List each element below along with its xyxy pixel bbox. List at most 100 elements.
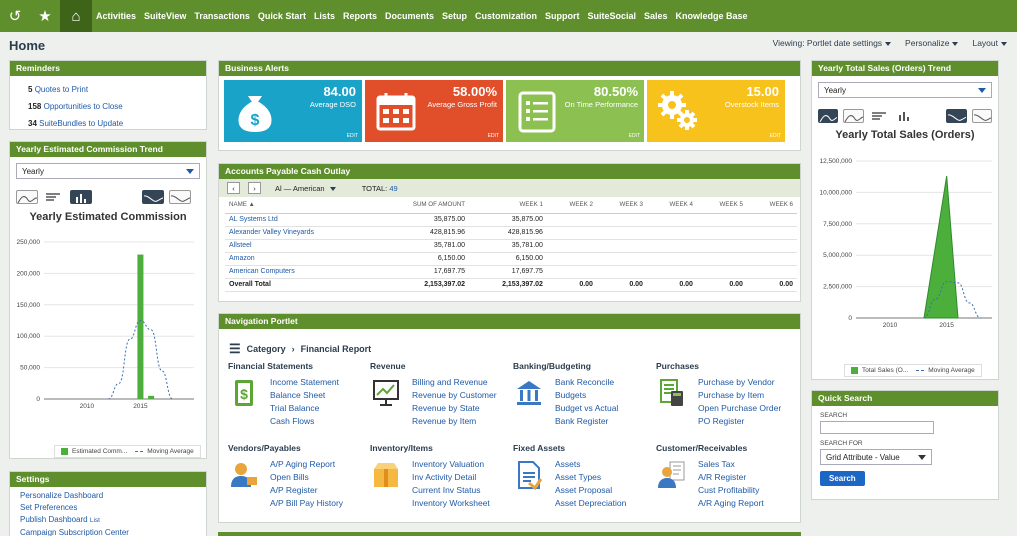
nav-link[interactable]: PO Register bbox=[698, 415, 798, 428]
commission-period-select[interactable]: Yearly bbox=[16, 163, 200, 179]
campaign-subscription-link[interactable]: Campaign Subscription Center bbox=[20, 527, 206, 536]
nav-link[interactable]: Asset Types bbox=[555, 471, 655, 484]
nav-link[interactable]: Revenue by Customer bbox=[412, 389, 512, 402]
col-week5[interactable]: WEEK 5 bbox=[696, 197, 747, 214]
nav-item-documents[interactable]: Documents bbox=[381, 0, 438, 32]
alert-on-time[interactable]: 80.50% On Time Performance EDIT bbox=[506, 80, 644, 142]
nav-link[interactable]: Asset Depreciation bbox=[555, 497, 655, 510]
vendor-name-cell[interactable]: Amazon bbox=[225, 252, 374, 266]
nav-item-suitesocial[interactable]: SuiteSocial bbox=[584, 0, 641, 32]
trend-chart-icon[interactable] bbox=[142, 190, 164, 204]
col-week2[interactable]: WEEK 2 bbox=[546, 197, 597, 214]
nav-link[interactable]: A/P Register bbox=[270, 484, 370, 497]
area-chart-icon[interactable] bbox=[818, 109, 839, 123]
nav-link[interactable]: Asset Proposal bbox=[555, 484, 655, 497]
trend-line-icon[interactable] bbox=[971, 109, 992, 123]
nav-link[interactable]: Revenue by Item bbox=[412, 415, 512, 428]
nav-link[interactable]: Bank Register bbox=[555, 415, 655, 428]
list-chart-icon[interactable] bbox=[43, 190, 65, 204]
ap-filter-select[interactable]: Al — American bbox=[275, 184, 336, 193]
trend-chart-icon[interactable] bbox=[946, 109, 967, 123]
vendor-name-cell[interactable]: Allsteel bbox=[225, 239, 374, 253]
nav-item-transactions[interactable]: Transactions bbox=[190, 0, 254, 32]
nav-item-suiteview[interactable]: SuiteView bbox=[140, 0, 190, 32]
prev-page-button[interactable]: ‹ bbox=[227, 182, 240, 194]
publish-dashboard-link[interactable]: Publish Dashboard bbox=[20, 515, 88, 524]
nav-link[interactable]: Purchase by Vendor bbox=[698, 376, 798, 389]
star-icon[interactable]: ★ bbox=[30, 0, 60, 32]
nav-item-quick-start[interactable]: Quick Start bbox=[254, 0, 310, 32]
nav-link[interactable]: Current Inv Status bbox=[412, 484, 512, 497]
col-week4[interactable]: WEEK 4 bbox=[646, 197, 697, 214]
nav-link[interactable]: Income Statement bbox=[270, 376, 370, 389]
search-button[interactable]: Search bbox=[820, 471, 865, 486]
nav-link[interactable]: Inventory Worksheet bbox=[412, 497, 512, 510]
nav-link[interactable]: Billing and Revenue bbox=[412, 376, 512, 389]
nav-item-activities[interactable]: Activities bbox=[92, 0, 140, 32]
nav-item-sales[interactable]: Sales bbox=[640, 0, 672, 32]
personalize-link[interactable]: Personalize bbox=[905, 38, 959, 48]
next-page-button[interactable]: › bbox=[248, 182, 261, 194]
col-name[interactable]: NAME ▲ bbox=[225, 197, 374, 214]
nav-item-support[interactable]: Support bbox=[541, 0, 584, 32]
vendor-name-cell[interactable]: American Computers bbox=[225, 265, 374, 279]
reminder-item[interactable]: 34 SuiteBundles to Update bbox=[28, 115, 206, 132]
sales-period-select[interactable]: Yearly bbox=[818, 82, 992, 98]
nav-link[interactable]: A/R Aging Report bbox=[698, 497, 798, 510]
nav-link[interactable]: A/P Bill Pay History bbox=[270, 497, 370, 510]
col-sum[interactable]: SUM OF AMOUNT bbox=[373, 197, 470, 214]
nav-item-customization[interactable]: Customization bbox=[471, 0, 541, 32]
area-chart-icon[interactable] bbox=[16, 190, 38, 204]
reminder-item[interactable]: 5 Quotes to Print bbox=[28, 81, 206, 98]
nav-link[interactable]: Assets bbox=[555, 458, 655, 471]
col-week1[interactable]: WEEK 1 bbox=[469, 197, 547, 214]
alert-edit-link[interactable]: EDIT bbox=[488, 133, 499, 139]
nav-item-setup[interactable]: Setup bbox=[438, 0, 471, 32]
vendor-name-cell[interactable]: Alexander Valley Vineyards bbox=[225, 226, 374, 240]
col-week3[interactable]: WEEK 3 bbox=[596, 197, 647, 214]
home-icon[interactable]: ⌂ bbox=[60, 0, 92, 32]
personalize-dashboard-link[interactable]: Personalize Dashboard bbox=[20, 490, 206, 502]
alert-gross-profit[interactable]: 58.00% Average Gross Profit EDIT bbox=[365, 80, 503, 142]
nav-link[interactable]: Inventory Valuation bbox=[412, 458, 512, 471]
nav-link[interactable]: Bank Reconcile bbox=[555, 376, 655, 389]
nav-link[interactable]: Revenue by State bbox=[412, 402, 512, 415]
viewing-date-settings-link[interactable]: Viewing: Portlet date settings bbox=[773, 38, 892, 48]
line-chart-icon[interactable] bbox=[843, 109, 864, 123]
menu-icon[interactable]: ☰ bbox=[229, 341, 241, 357]
alert-edit-link[interactable]: EDIT bbox=[770, 133, 781, 139]
alert-overstock[interactable]: 15.00 Overstock Items EDIT bbox=[647, 80, 785, 142]
line-chart-icon[interactable] bbox=[169, 190, 191, 204]
search-for-select[interactable]: Grid Attribute - Value bbox=[820, 449, 932, 465]
alert-dso[interactable]: $ 84.00 Average DSO EDIT bbox=[224, 80, 362, 142]
alert-edit-link[interactable]: EDIT bbox=[629, 133, 640, 139]
nav-link[interactable]: Budget vs Actual bbox=[555, 402, 655, 415]
recent-icon[interactable]: ↺ bbox=[0, 0, 30, 32]
layout-link[interactable]: Layout bbox=[972, 38, 1007, 48]
nav-link[interactable]: Budgets bbox=[555, 389, 655, 402]
search-input[interactable] bbox=[820, 421, 934, 434]
nav-link[interactable]: Trial Balance bbox=[270, 402, 370, 415]
nav-link[interactable]: Open Bills bbox=[270, 471, 370, 484]
alert-edit-link[interactable]: EDIT bbox=[347, 133, 358, 139]
nav-item-lists[interactable]: Lists bbox=[310, 0, 339, 32]
nav-link[interactable]: Sales Tax bbox=[698, 458, 798, 471]
bar-chart-icon[interactable] bbox=[70, 190, 92, 204]
list-chart-icon[interactable] bbox=[869, 109, 889, 123]
list-link[interactable]: List bbox=[90, 517, 100, 524]
nav-link[interactable]: A/R Register bbox=[698, 471, 798, 484]
set-preferences-link[interactable]: Set Preferences bbox=[20, 502, 206, 514]
vendor-name-cell[interactable]: AL Systems Ltd bbox=[225, 213, 374, 227]
bar-chart-icon[interactable] bbox=[894, 109, 914, 123]
nav-link[interactable]: Inv Activity Detail bbox=[412, 471, 512, 484]
nav-link[interactable]: Balance Sheet bbox=[270, 389, 370, 402]
breadcrumb-category[interactable]: Category bbox=[247, 344, 286, 354]
nav-link[interactable]: A/P Aging Report bbox=[270, 458, 370, 471]
nav-link[interactable]: Open Purchase Order bbox=[698, 402, 798, 415]
nav-item-reports[interactable]: Reports bbox=[339, 0, 381, 32]
nav-link[interactable]: Cash Flows bbox=[270, 415, 370, 428]
reminder-item[interactable]: 158 Opportunities to Close bbox=[28, 98, 206, 115]
nav-link[interactable]: Cust Profitability bbox=[698, 484, 798, 497]
col-week6[interactable]: WEEK 6 bbox=[746, 197, 797, 214]
nav-link[interactable]: Purchase by Item bbox=[698, 389, 798, 402]
